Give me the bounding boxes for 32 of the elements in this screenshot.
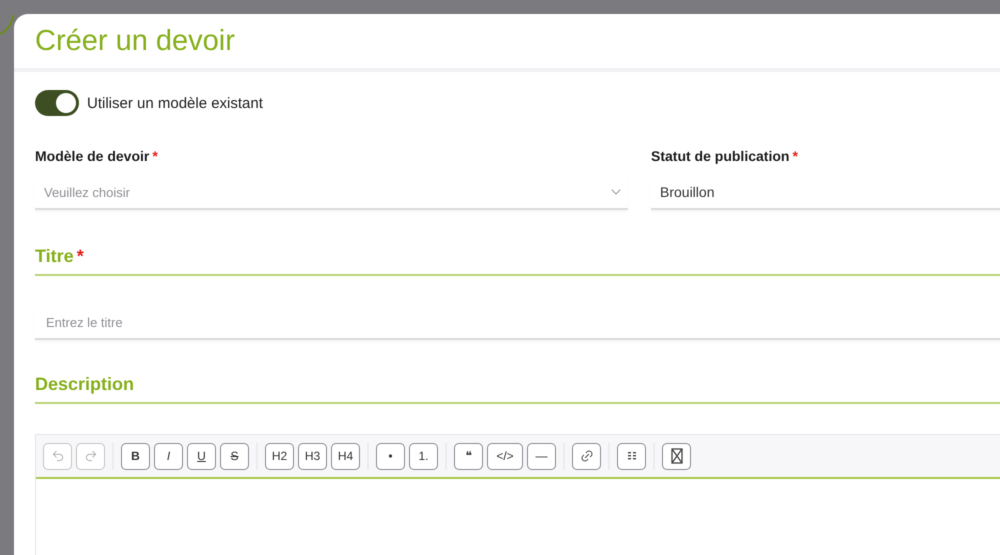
title-input[interactable]: Entrez le titre xyxy=(35,306,1000,340)
format-button[interactable]: H3 xyxy=(298,442,327,470)
format-button[interactable]: • xyxy=(376,442,405,470)
section-heading: Description xyxy=(35,374,1000,404)
required-mark: * xyxy=(76,246,84,266)
format-button[interactable]: H2 xyxy=(265,442,294,470)
field-label: Statut de publication * xyxy=(651,148,798,164)
list-button[interactable] xyxy=(617,442,646,470)
grid-icon xyxy=(626,452,636,460)
format-button[interactable]: </> xyxy=(487,442,523,470)
link-button[interactable] xyxy=(572,442,601,470)
status-field[interactable]: Brouillon xyxy=(651,176,1000,210)
format-button[interactable]: 1. xyxy=(409,442,438,470)
required-mark: * xyxy=(152,148,158,164)
undo-icon xyxy=(50,449,64,463)
format-button[interactable]: U xyxy=(187,442,216,470)
format-button[interactable]: ❝ xyxy=(454,442,483,470)
format-button[interactable]: — xyxy=(527,442,556,470)
required-mark: * xyxy=(792,148,798,164)
section-heading: Titre * xyxy=(35,246,1000,276)
clear-format-button[interactable] xyxy=(662,442,691,470)
format-button[interactable]: S xyxy=(220,442,249,470)
dialog-title: Créer un devoir xyxy=(35,24,235,58)
format-button[interactable]: H4 xyxy=(331,442,360,470)
toggle-switch[interactable] xyxy=(35,90,79,116)
format-button[interactable]: B xyxy=(121,442,150,470)
redo-icon xyxy=(84,449,98,463)
format-button[interactable]: I xyxy=(154,442,183,470)
rich-text-editor[interactable]: B I U S H2 H3 H4 • 1. ❝ </> — xyxy=(35,434,1000,555)
toggle-label: Utiliser un modèle existant xyxy=(87,94,263,112)
field-label: Modèle de devoir * xyxy=(35,148,158,164)
clear-format-icon xyxy=(670,448,684,464)
